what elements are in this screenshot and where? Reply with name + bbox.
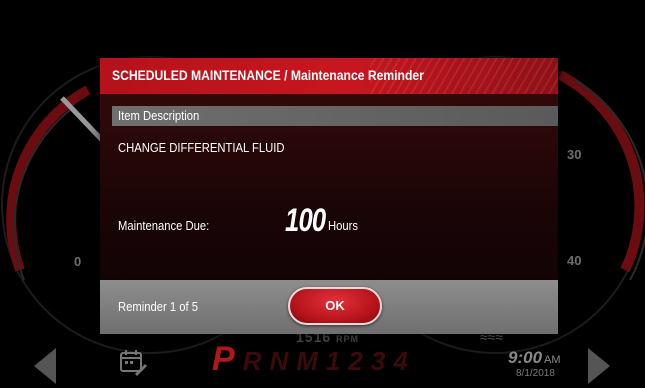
maintenance-due-unit: Hours [328, 219, 359, 233]
maintenance-reminder-dialog: SCHEDULED MAINTENANCE / Maintenance Remi… [100, 58, 558, 334]
gear-3: 3 [370, 346, 394, 376]
maintenance-item: CHANGE DIFFERENTIAL FLUID [118, 141, 285, 155]
gear-r: R [242, 346, 270, 376]
reminder-count: Reminder 1 of 5 [118, 300, 199, 314]
dialog-footer: Reminder 1 of 5 OK [100, 280, 558, 334]
gear-4: 4 [393, 346, 416, 376]
gear-m: M [296, 346, 326, 376]
clock-ampm: AM [544, 354, 561, 366]
date: 8/1/2018 [516, 368, 555, 379]
maintenance-due-value: 100 [285, 202, 326, 238]
item-description-header: Item Description [112, 106, 558, 126]
dashboard-screen: 0 3 30 40 PRNM1234 1516 RPM ≈≈≈ 9:00AM 8… [0, 0, 645, 388]
speedo-tick-40: 40 [567, 253, 582, 268]
speedo-tick-30: 30 [567, 147, 582, 162]
right-arrow-icon[interactable] [588, 348, 610, 384]
dialog-title: SCHEDULED MAINTENANCE / Maintenance Remi… [112, 68, 424, 83]
rpm-unit: RPM [336, 334, 360, 344]
dialog-header: SCHEDULED MAINTENANCE / Maintenance Remi… [100, 58, 558, 94]
item-description-label: Item Description [118, 109, 200, 123]
ok-button[interactable]: OK [288, 287, 382, 325]
maintenance-calendar-icon[interactable] [118, 347, 148, 377]
gear-p: P [212, 340, 243, 378]
gear-indicator: PRNM1234 [212, 340, 416, 379]
clock-time: 9:00 [508, 348, 543, 367]
gear-n: N [269, 346, 297, 376]
clock: 9:00 AM [508, 348, 561, 368]
maintenance-due-label: Maintenance Due: [118, 219, 210, 233]
left-arrow-icon[interactable] [34, 348, 56, 384]
tach-tick-0: 0 [74, 254, 82, 269]
gear-2: 2 [348, 346, 371, 376]
gear-1: 1 [325, 346, 349, 376]
